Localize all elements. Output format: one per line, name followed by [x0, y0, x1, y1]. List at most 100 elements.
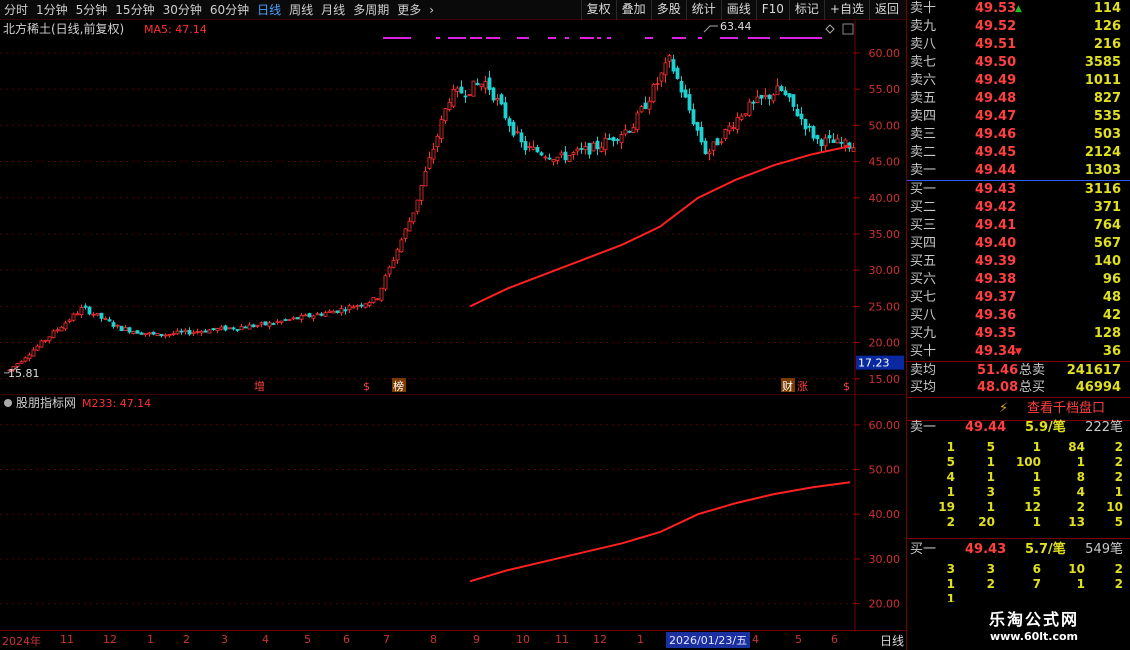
candle-body: [547, 157, 552, 160]
date-axis: 2024年 11 12 1 2 3 4 5 6 7 8 9 10 11 12 1 4 5 6 2026/01/23/五…: [0, 630, 906, 650]
candle-body: [351, 306, 356, 309]
bid-row-9[interactable]: 买十 49.34 ▼ 36: [907, 343, 1130, 361]
bid-row-6[interactable]: 买七 49.37 48: [907, 289, 1130, 307]
candle-body: [559, 152, 564, 156]
action-button-8[interactable]: 返回: [868, 0, 904, 20]
candle-body: [731, 127, 736, 129]
candle-body: [775, 85, 780, 96]
bid-price: 49.42: [975, 200, 1017, 215]
period-tab-3[interactable]: 15分钟: [111, 0, 158, 20]
ask-label: 卖八: [910, 37, 937, 52]
bid-price: 49.37: [975, 290, 1017, 305]
candle-body: [783, 90, 788, 96]
candle-body: [215, 328, 220, 332]
period-tab-10[interactable]: 更多: [393, 0, 425, 20]
candle-body: [679, 80, 684, 93]
candle-body: [427, 157, 432, 169]
bid-row-7[interactable]: 买八 49.36 42: [907, 307, 1130, 325]
price-tick-label: 25.00: [869, 300, 901, 313]
candle-body: [539, 152, 544, 156]
period-tab-1[interactable]: 1分钟: [32, 0, 72, 20]
period-tab-7[interactable]: 周线: [285, 0, 317, 20]
period-tab-2[interactable]: 5分钟: [72, 0, 112, 20]
candle-body: [79, 307, 84, 315]
candle-body: [827, 135, 832, 139]
more-chevron-icon[interactable]: ›: [425, 0, 438, 20]
candle-body: [343, 309, 348, 312]
bid-avg-value: 48.08: [977, 380, 1019, 395]
period-tab-0[interactable]: 分时: [0, 0, 32, 20]
candle-body: [299, 314, 304, 320]
price-tick-label: 20.00: [869, 337, 901, 350]
ask-row-1[interactable]: 卖九 49.52 126: [907, 18, 1130, 36]
bid-avg-label: 买均: [910, 380, 937, 395]
sell-queue-cell: 2: [1114, 440, 1123, 454]
ask-row-4[interactable]: 卖六 49.49 1011: [907, 72, 1130, 90]
candle-body: [227, 327, 232, 330]
bid-row-0[interactable]: 买一 49.43 3116: [907, 181, 1130, 199]
candle-body: [711, 141, 716, 151]
candle-body: [375, 298, 380, 301]
action-button-4[interactable]: 画线: [720, 0, 756, 20]
action-button-3[interactable]: 统计: [685, 0, 721, 20]
deep-book-button[interactable]: ⚡ 查看千档盘口: [907, 398, 1130, 420]
ask-row-2[interactable]: 卖八 49.51 216: [907, 36, 1130, 54]
ask-row-7[interactable]: 卖三 49.46 503: [907, 126, 1130, 144]
bid-row-1[interactable]: 买二 49.42 371: [907, 199, 1130, 217]
candle-body: [187, 329, 192, 335]
ask-row-3[interactable]: 卖七 49.50 3585: [907, 54, 1130, 72]
ask-row-8[interactable]: 卖二 49.45 2124: [907, 144, 1130, 162]
ask-row-0[interactable]: 卖十 49.53 ▲ 114: [907, 0, 1130, 18]
kline-chart[interactable]: 60.00 55.00 50.00 45.00 40.00 35.00 30.00 25.00…: [0, 20, 906, 394]
ask-total-label: 总卖: [1019, 363, 1046, 378]
candle-body: [127, 327, 132, 333]
action-button-7[interactable]: +自选: [823, 0, 869, 20]
period-tab-4[interactable]: 30分钟: [159, 0, 206, 20]
candle-body: [383, 275, 388, 290]
candle-body: [759, 94, 764, 99]
period-tab-5[interactable]: 60分钟: [206, 0, 253, 20]
period-tab-9[interactable]: 多周期: [349, 0, 393, 20]
period-tab-6[interactable]: 日线: [253, 0, 285, 20]
ask-row-6[interactable]: 卖四 49.47 535: [907, 108, 1130, 126]
action-button-1[interactable]: 叠加: [615, 0, 651, 20]
candle-body: [595, 140, 600, 150]
action-button-5[interactable]: F10: [755, 0, 789, 20]
bid-row-4[interactable]: 买五 49.39 140: [907, 253, 1130, 271]
buy-queue-header: 买一 49.43 5.7/笔 549笔: [907, 540, 1130, 560]
candle-body: [643, 102, 648, 109]
event-marker-4: 涨: [797, 380, 808, 393]
bid-volume: 371: [1093, 200, 1121, 215]
sell-queue-cell: 1: [1032, 440, 1041, 454]
bid-row-3[interactable]: 买四 49.40 567: [907, 235, 1130, 253]
low-label: 15.81: [8, 367, 40, 380]
sell-queue-cell: 1: [946, 485, 955, 499]
candle-body: [331, 310, 336, 314]
indicator-chart[interactable]: 60.00 50.00 40.00 30.00 20.00 股朋指标网 M233: 47.1…: [0, 394, 906, 630]
action-button-0[interactable]: 复权: [580, 0, 616, 20]
date-tick-4: 2: [183, 633, 190, 646]
action-button-2[interactable]: 多股: [650, 0, 686, 20]
ask-label: 卖四: [910, 109, 937, 124]
candle-body: [291, 317, 296, 320]
candle-body: [635, 112, 640, 130]
indicator-value: M233: 47.14: [82, 397, 151, 410]
candle-body: [219, 326, 224, 330]
sell-queue-cell: 100: [1015, 455, 1041, 469]
candle-body: [355, 305, 360, 307]
ask-row-5[interactable]: 卖五 49.48 827: [907, 90, 1130, 108]
action-button-6[interactable]: 标记: [788, 0, 824, 20]
collapse-icon[interactable]: [4, 399, 12, 407]
signal-dot: [580, 37, 594, 39]
bid-row-5[interactable]: 买六 49.38 96: [907, 271, 1130, 289]
candle-body: [211, 328, 216, 331]
period-tab-8[interactable]: 月线: [317, 0, 349, 20]
ask-row-9[interactable]: 卖一 49.44 1303: [907, 162, 1130, 180]
period-label[interactable]: 日线: [880, 632, 904, 649]
candle-body: [315, 313, 320, 316]
bid-row-2[interactable]: 买三 49.41 764: [907, 217, 1130, 235]
candle-body: [415, 199, 420, 213]
bid-row-8[interactable]: 买九 49.35 128: [907, 325, 1130, 343]
window-toggle-icon[interactable]: [842, 23, 854, 35]
ask-summary-row: 卖均 51.46 总卖 241617: [907, 362, 1130, 380]
